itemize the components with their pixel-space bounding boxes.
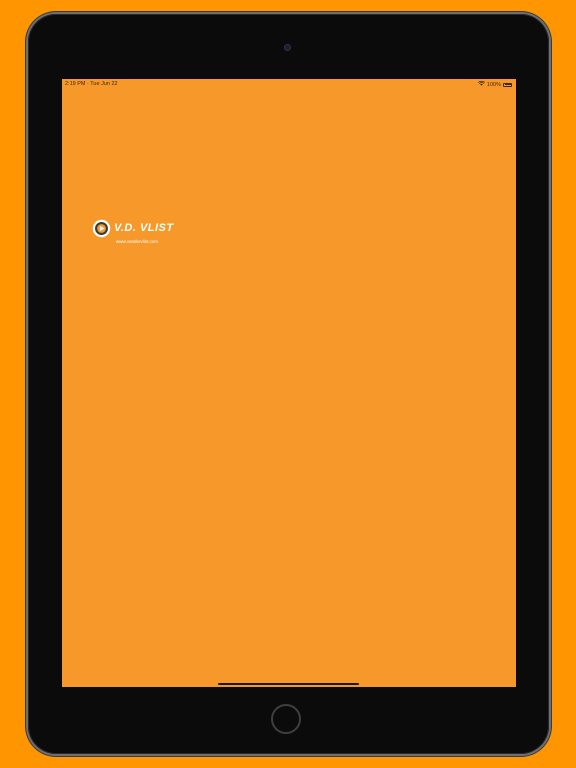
status-bar: 2:19 PM · Tue Jun 22 100%: [62, 79, 516, 90]
battery-percentage: 100%: [486, 81, 501, 88]
page-background: 2:19 PM · Tue Jun 22 100% V.D. VLIST www…: [0, 0, 576, 768]
logo-url: www.vandervlist.com: [116, 239, 159, 244]
status-indicators: 100%: [477, 80, 512, 88]
home-button[interactable]: [271, 704, 301, 734]
status-time: 2:19 PM · Tue Jun 22: [65, 81, 118, 87]
front-camera: [284, 44, 291, 51]
vdvlist-emblem-icon: [92, 219, 111, 238]
wifi-icon: [477, 80, 485, 88]
home-indicator[interactable]: [218, 683, 359, 685]
splash-logo: V.D. VLIST www.vandervlist.com: [92, 219, 192, 249]
battery-icon: [503, 82, 512, 87]
logo-wordmark: V.D. VLIST: [114, 222, 174, 234]
app-screen: 2:19 PM · Tue Jun 22 100% V.D. VLIST www…: [62, 79, 516, 687]
